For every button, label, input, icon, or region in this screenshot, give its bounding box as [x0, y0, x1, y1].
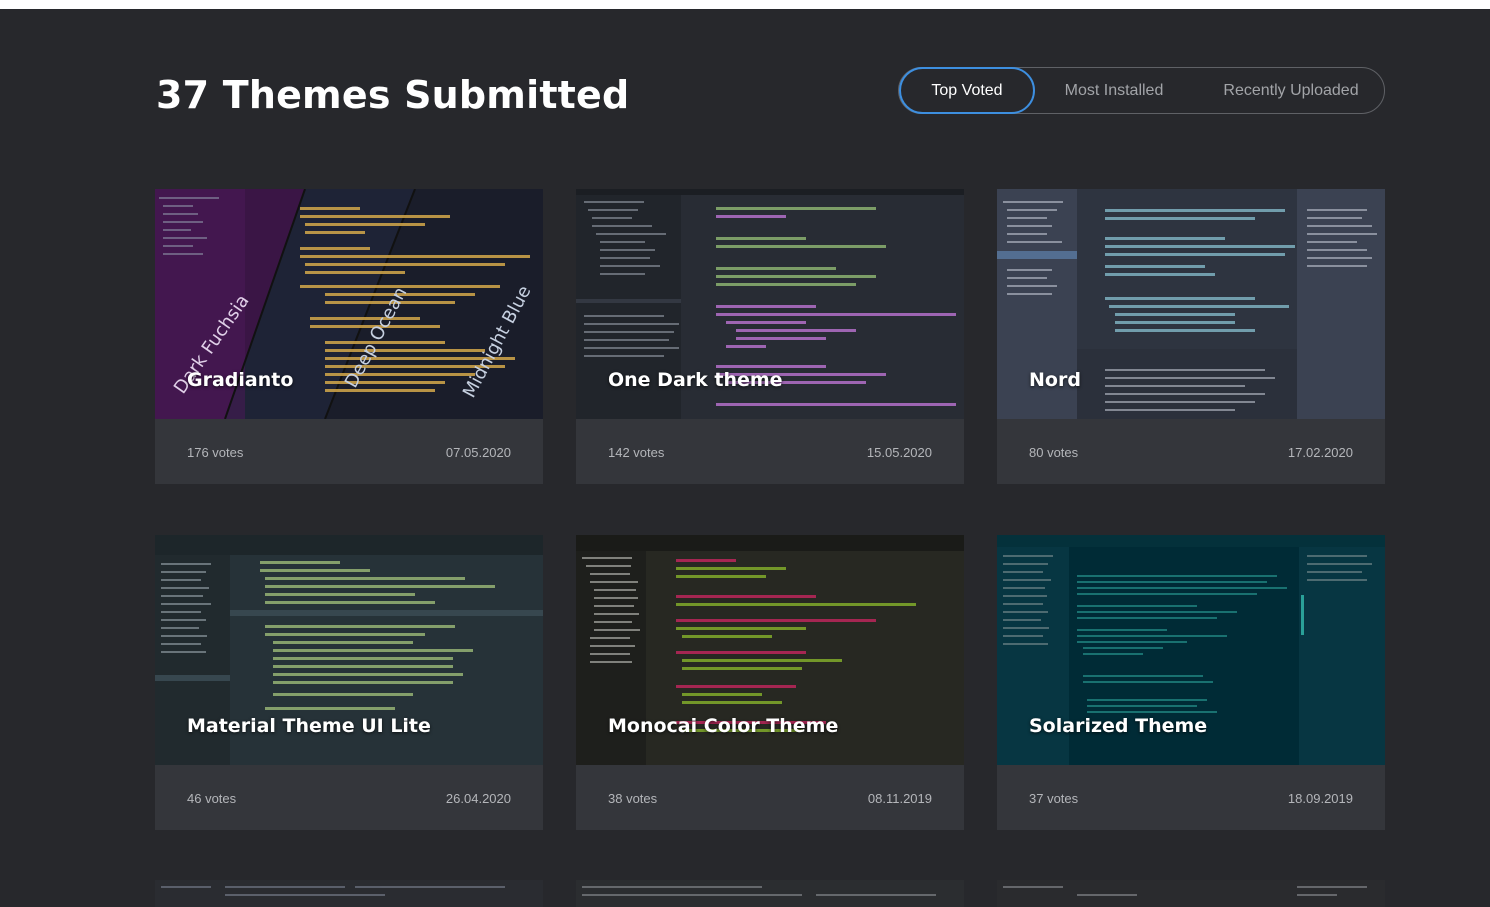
page-title: 37 Themes Submitted: [156, 73, 630, 117]
theme-card-one-dark[interactable]: One Dark theme 142 votes 15.05.2020: [576, 189, 964, 484]
tab-top-voted[interactable]: Top Voted: [899, 67, 1035, 114]
theme-votes: 37 votes: [1029, 791, 1079, 806]
theme-card-partial-2[interactable]: [576, 880, 964, 907]
theme-date: 26.04.2020: [445, 791, 511, 806]
theme-date: 15.05.2020: [866, 445, 932, 460]
browser-top-strip: [0, 0, 1490, 9]
theme-date: 07.05.2020: [445, 445, 511, 460]
theme-name: Monocai Color Theme: [608, 715, 839, 737]
theme-name: Nord: [1029, 369, 1081, 391]
theme-card-partial-3[interactable]: [997, 880, 1385, 907]
theme-votes: 176 votes: [187, 445, 244, 460]
theme-name: Solarized Theme: [1029, 715, 1208, 737]
theme-card-solarized[interactable]: Solarized Theme 37 votes 18.09.2019: [997, 535, 1385, 830]
theme-name: One Dark theme: [608, 369, 783, 391]
theme-card-nord[interactable]: Nord 80 votes 17.02.2020: [997, 189, 1385, 484]
theme-date: 08.11.2019: [867, 791, 932, 806]
theme-votes: 80 votes: [1029, 445, 1079, 460]
theme-votes: 38 votes: [608, 791, 658, 806]
theme-card-material[interactable]: Material Theme UI Lite 46 votes 26.04.20…: [155, 535, 543, 830]
theme-name: Gradianto: [187, 369, 294, 391]
theme-card-partial-1[interactable]: [155, 880, 543, 907]
theme-votes: 46 votes: [187, 791, 237, 806]
tab-recently-uploaded[interactable]: Recently Uploaded: [1199, 67, 1383, 114]
theme-card-monocai[interactable]: Monocai Color Theme 38 votes 08.11.2019: [576, 535, 964, 830]
sort-tabs: Top Voted Most Installed Recently Upload…: [898, 67, 1385, 114]
tab-most-installed[interactable]: Most Installed: [1039, 67, 1189, 114]
theme-votes: 142 votes: [608, 445, 665, 460]
theme-card-gradianto[interactable]: Dark Fuchsia Deep Ocean Midnight Blue Gr…: [155, 189, 543, 484]
theme-name: Material Theme UI Lite: [187, 715, 431, 737]
theme-date: 18.09.2019: [1287, 791, 1353, 806]
theme-date: 17.02.2020: [1287, 445, 1353, 460]
